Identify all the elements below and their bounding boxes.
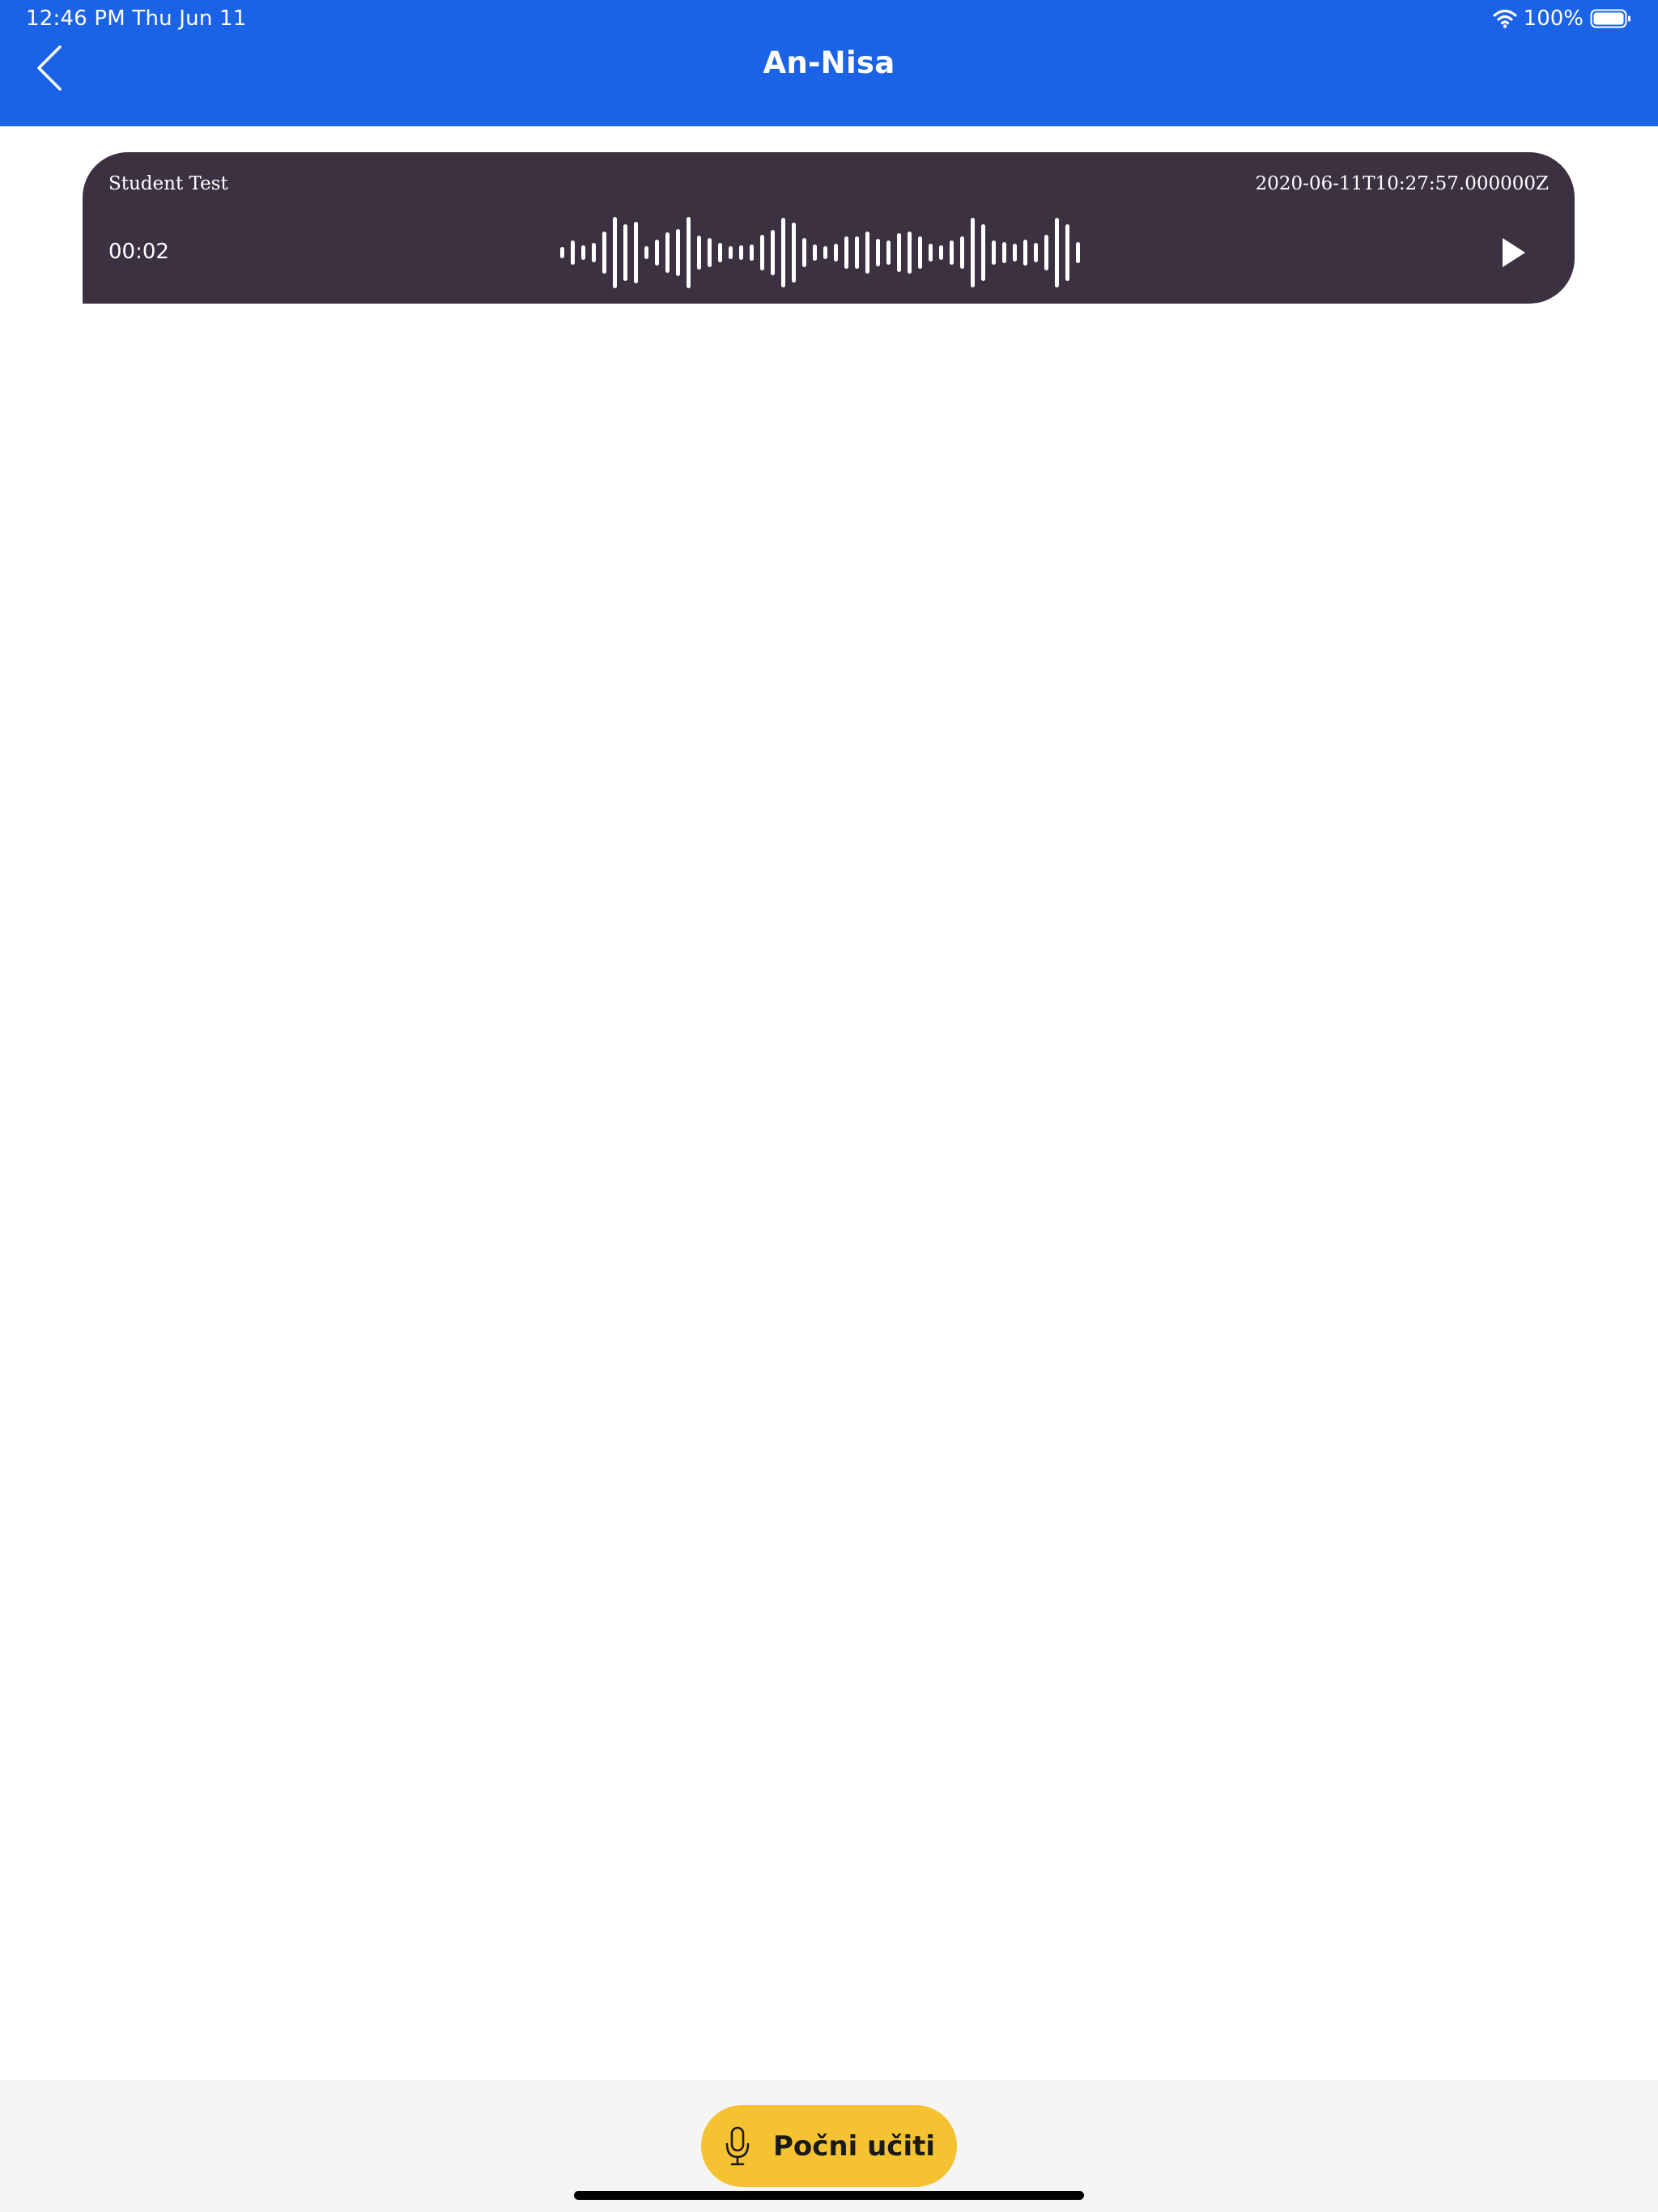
status-bar-time: 12:46 PM Thu Jun 11 [26, 6, 247, 31]
waveform-bar [855, 236, 859, 269]
waveform-bar [844, 236, 848, 269]
play-button[interactable] [1490, 230, 1538, 275]
waveform-bar [750, 245, 754, 261]
waveform-bar [971, 218, 975, 287]
waveform-bar [960, 236, 964, 269]
waveform-bar [950, 240, 954, 265]
waveform-bar [865, 232, 869, 274]
waveform-bar [1076, 242, 1080, 263]
waveform-bar [813, 245, 817, 261]
waveform-bar [613, 217, 617, 288]
waveform-bar [823, 246, 827, 259]
waveform-bar [781, 218, 785, 287]
waveform-bar [802, 238, 806, 267]
waveform-bar [665, 232, 670, 273]
waveform-bar [771, 230, 775, 275]
waveform-bar [1044, 235, 1048, 270]
waveform-bar [581, 245, 585, 260]
waveform-bar [981, 224, 985, 281]
microphone-icon [725, 2126, 750, 2165]
home-indicator [574, 2191, 1084, 2200]
waveform-bar [876, 239, 880, 266]
waveform-bar [760, 235, 764, 270]
waveform-bar [687, 217, 691, 288]
play-icon [1503, 238, 1525, 267]
waveform-bar [1034, 243, 1038, 262]
app-header: 12:46 PM Thu Jun 11 100% An-Nisa [0, 0, 1658, 126]
waveform-bar [739, 245, 743, 260]
waveform-bar [592, 243, 596, 262]
waveform-bar [929, 244, 933, 262]
waveform-bar [571, 240, 575, 265]
waveform-bar [908, 232, 912, 274]
waveform-visualization [560, 217, 1080, 288]
start-learning-button[interactable]: Počni učiti [701, 2105, 957, 2187]
wifi-icon [1493, 9, 1517, 28]
waveform-bar [697, 236, 701, 270]
waveform-bar [602, 232, 606, 274]
waveform-bar [729, 246, 733, 259]
waveform-bar [992, 240, 996, 265]
recording-duration: 00:02 [108, 240, 169, 264]
waveform-bar [939, 245, 943, 260]
waveform-bar [834, 244, 838, 262]
waveform-bar [718, 243, 722, 262]
waveform-bar [655, 240, 659, 266]
waveform-bar [623, 224, 627, 281]
battery-percentage: 100% [1523, 6, 1584, 31]
recording-name: Student Test [108, 173, 228, 194]
waveform-bar [1065, 224, 1069, 281]
waveform-bar [708, 238, 712, 267]
waveform-bar [1055, 218, 1059, 287]
waveform-bar [897, 233, 901, 272]
waveform-bar [1002, 242, 1006, 263]
waveform-bar [1023, 240, 1027, 266]
waveform-bar [1013, 244, 1017, 262]
waveform-bar [792, 223, 796, 283]
battery-icon [1590, 9, 1630, 28]
recording-date: 2020-06-11T10:27:57.000000Z [1255, 173, 1549, 194]
waveform-bar [560, 247, 564, 258]
waveform-bar [634, 222, 638, 283]
waveform-bar [644, 246, 648, 259]
page-title: An-Nisa [763, 45, 895, 80]
waveform-bar [676, 229, 680, 276]
status-bar-right: 100% [1493, 5, 1632, 32]
waveform-bar [886, 240, 891, 265]
waveform-bar [918, 236, 922, 269]
start-learning-label: Počni učiti [772, 2129, 936, 2163]
